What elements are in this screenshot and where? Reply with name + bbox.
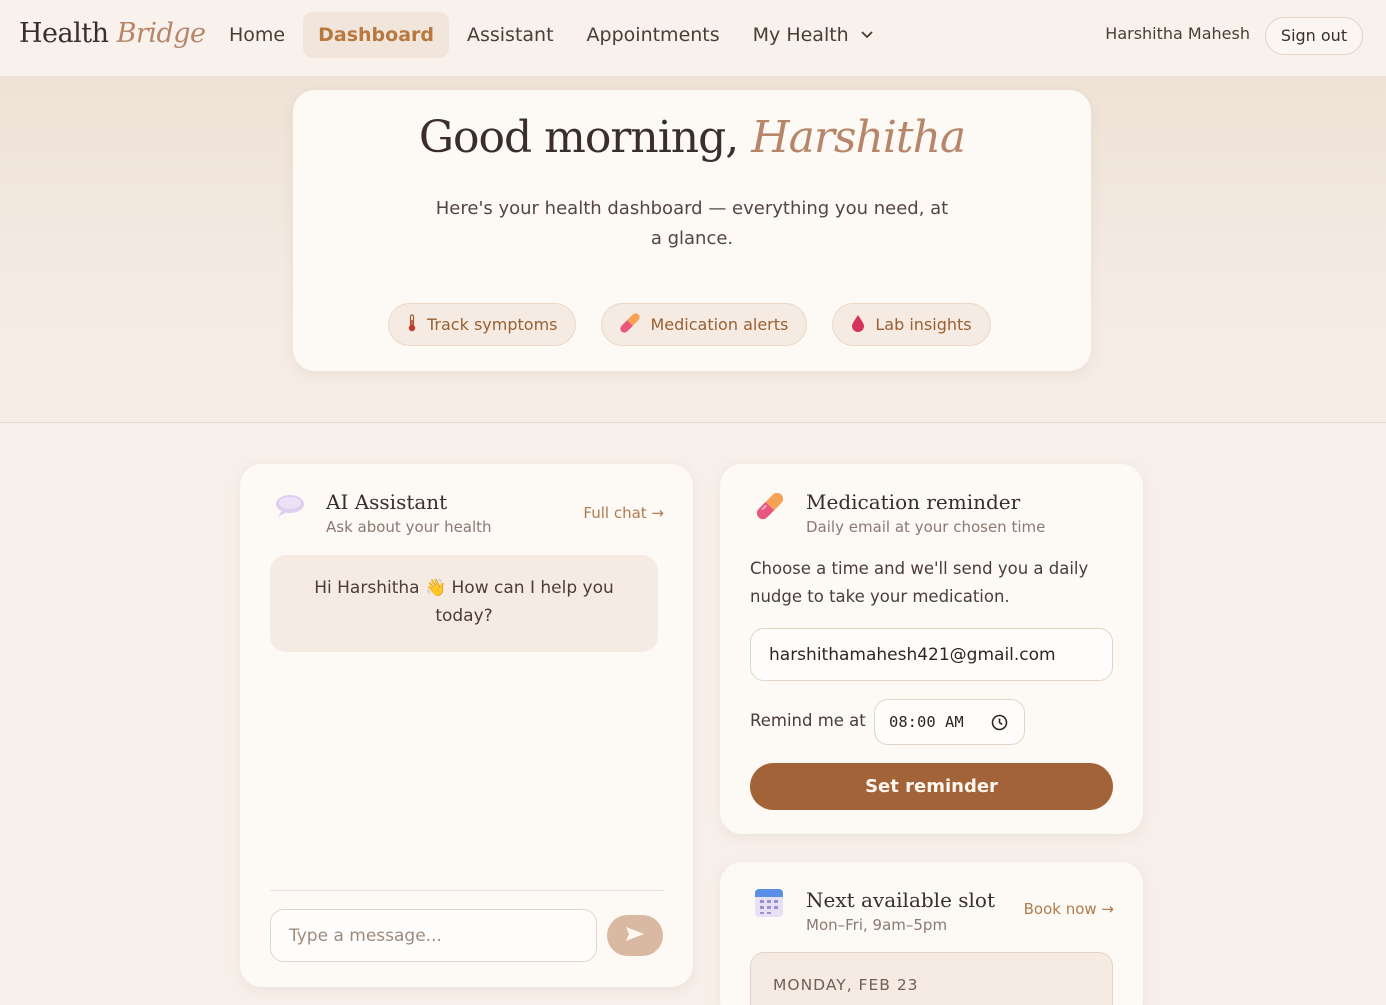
thermometer-icon xyxy=(407,313,417,336)
chevron-down-icon xyxy=(861,13,873,59)
nav-dashboard[interactable]: Dashboard xyxy=(303,12,449,58)
clock-icon[interactable] xyxy=(991,714,1008,735)
assistant-card: AI Assistant Ask about your health Full … xyxy=(240,464,693,987)
slot-subtitle: Mon–Fri, 9am–5pm xyxy=(806,916,948,934)
top-navbar: Health Bridge Home Dashboard Assistant A… xyxy=(0,0,1386,77)
slot-title: Next available slot xyxy=(806,888,996,912)
pill-icon xyxy=(620,312,641,337)
user-name: Harshitha Mahesh xyxy=(1105,24,1250,43)
remind-label: Remind me at xyxy=(750,711,866,730)
medication-subtitle: Daily email at your chosen time xyxy=(806,518,1046,536)
nav-assistant[interactable]: Assistant xyxy=(452,12,569,58)
quick-chips: Track symptoms Medication alerts Lab ins… xyxy=(388,303,1016,346)
chip-label: Track symptoms xyxy=(427,315,558,334)
chip-label: Lab insights xyxy=(875,315,972,334)
send-icon xyxy=(625,926,645,945)
assistant-greeting-message: Hi Harshitha 👋 How can I help you today? xyxy=(270,555,658,652)
hero-card: Good morning, Harshitha Here's your heal… xyxy=(293,90,1091,371)
speech-bubble-icon xyxy=(274,492,306,524)
chip-track-symptoms[interactable]: Track symptoms xyxy=(388,303,577,346)
slot-card: Next available slot Mon–Fri, 9am–5pm Boo… xyxy=(720,862,1143,1005)
assistant-title: AI Assistant xyxy=(326,490,448,514)
calendar-icon xyxy=(754,886,786,918)
brand-name-part1: Health xyxy=(19,18,109,49)
blood-drop-icon xyxy=(851,314,865,336)
greeting-title: Good morning, Harshitha xyxy=(293,112,1091,163)
sign-out-button[interactable]: Sign out xyxy=(1265,17,1363,55)
book-now-link[interactable]: Book now → xyxy=(1024,900,1114,918)
chat-divider xyxy=(270,890,663,891)
chip-label: Medication alerts xyxy=(650,315,789,334)
send-button[interactable] xyxy=(607,915,663,956)
brand-logo[interactable]: Health Bridge xyxy=(19,18,206,49)
nav-my-health[interactable]: My Health xyxy=(738,12,888,58)
time-value: 08:00 AM xyxy=(889,713,964,731)
brand-name-part2: Bridge xyxy=(116,18,206,49)
hero-subtitle: Here's your health dashboard — everythin… xyxy=(435,198,949,249)
slot-date-label: MONDAY, FEB 23 xyxy=(773,976,919,994)
chip-lab-insights[interactable]: Lab insights xyxy=(832,303,991,346)
nav-home[interactable]: Home xyxy=(214,12,300,58)
message-input[interactable] xyxy=(270,909,597,962)
time-input[interactable]: 08:00 AM xyxy=(874,699,1025,745)
slot-date-box[interactable]: MONDAY, FEB 23 xyxy=(750,952,1113,1005)
nav-appointments[interactable]: Appointments xyxy=(572,12,735,58)
greeting-name: Harshitha xyxy=(751,112,966,163)
medication-description: Choose a time and we'll send you a daily… xyxy=(750,559,1089,606)
medication-card: Medication reminder Daily email at your … xyxy=(720,464,1143,834)
chip-medication-alerts[interactable]: Medication alerts xyxy=(601,303,808,346)
medication-title: Medication reminder xyxy=(806,490,1021,514)
email-field[interactable] xyxy=(750,628,1113,681)
assistant-subtitle: Ask about your health xyxy=(326,518,492,536)
nav-my-health-label: My Health xyxy=(752,24,849,46)
nav-links: Home Dashboard Assistant Appointments My… xyxy=(214,12,891,58)
set-reminder-button[interactable]: Set reminder xyxy=(750,763,1113,810)
full-chat-link[interactable]: Full chat → xyxy=(583,504,664,522)
greeting-text: Good morning, xyxy=(418,112,739,163)
pill-icon xyxy=(754,490,786,522)
